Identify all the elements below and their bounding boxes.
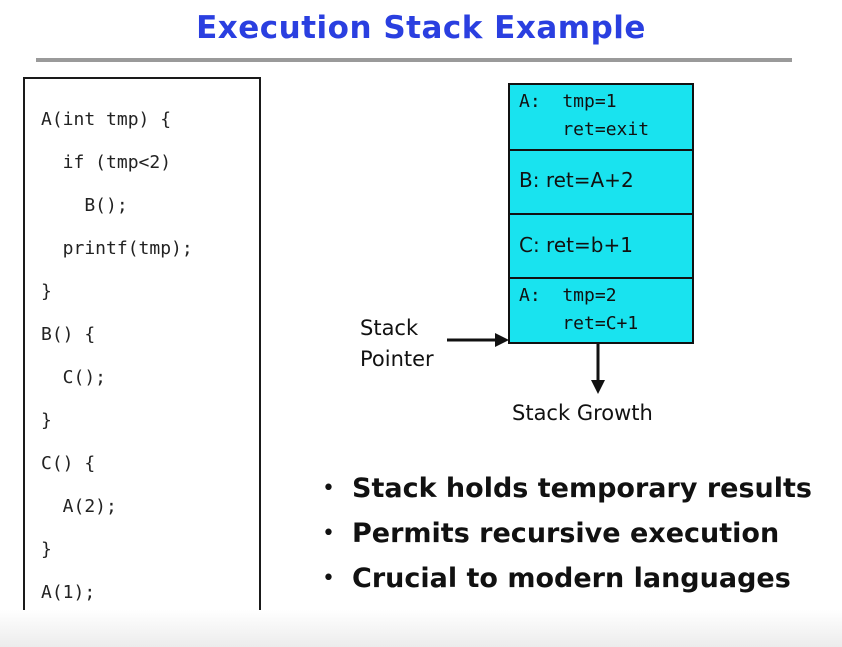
stack-pointer-label: Stack bbox=[360, 316, 419, 340]
bullet-dot-icon: • bbox=[322, 476, 335, 501]
bullet-dot-icon: • bbox=[322, 566, 335, 591]
bullet-item: • Permits recursive execution bbox=[320, 515, 812, 560]
stack-pointer-arrow bbox=[447, 333, 509, 347]
stack-pointer-label: Pointer bbox=[360, 347, 434, 371]
stack-growth-arrow bbox=[591, 342, 605, 394]
bottom-shade bbox=[0, 610, 842, 647]
bullet-item: • Crucial to modern languages bbox=[320, 560, 812, 605]
bullet-dot-icon: • bbox=[322, 521, 335, 546]
stack-growth-label: Stack Growth bbox=[512, 401, 653, 425]
bullet-item: • Stack holds temporary results bbox=[320, 470, 812, 515]
bullet-list: • Stack holds temporary results • Permits … bbox=[320, 470, 812, 605]
